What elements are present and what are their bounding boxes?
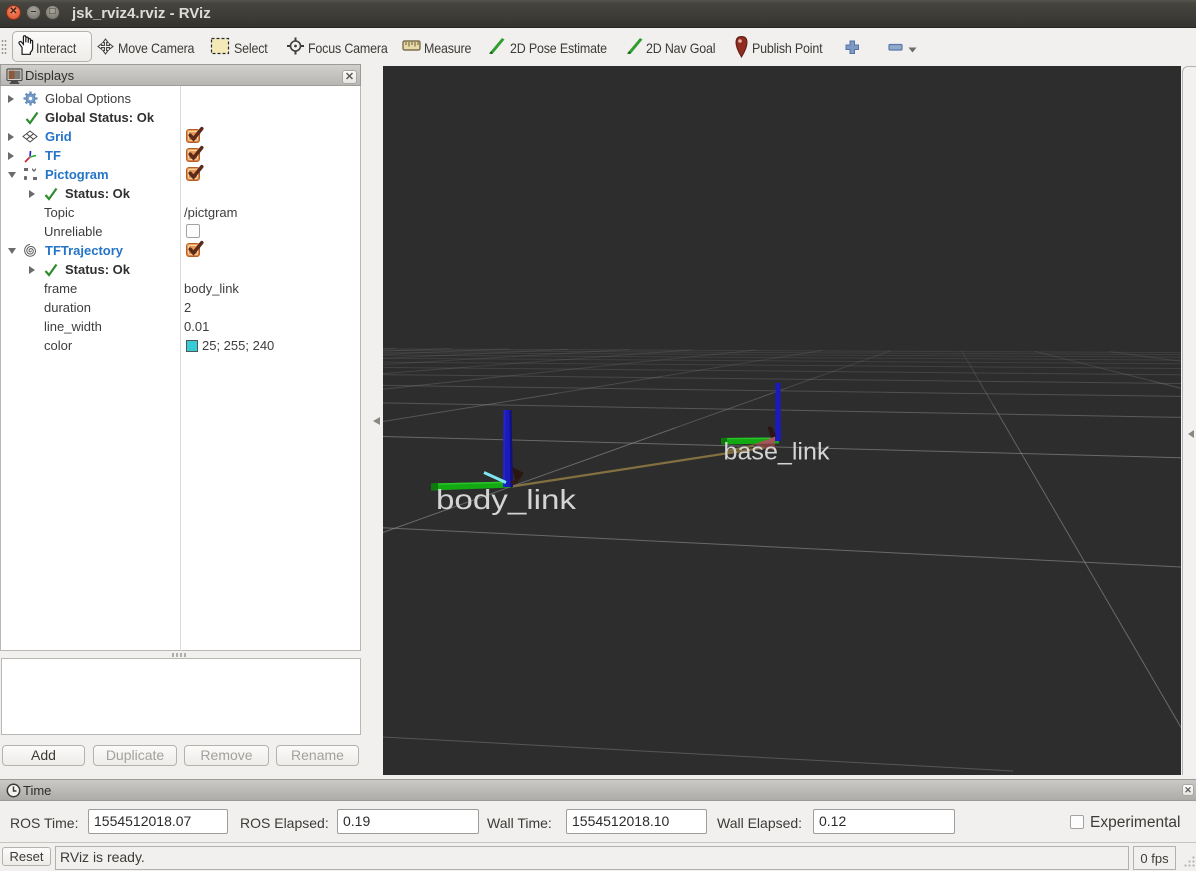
- svg-text:base_link: base_link: [724, 439, 831, 466]
- svg-text:body_link: body_link: [436, 484, 577, 515]
